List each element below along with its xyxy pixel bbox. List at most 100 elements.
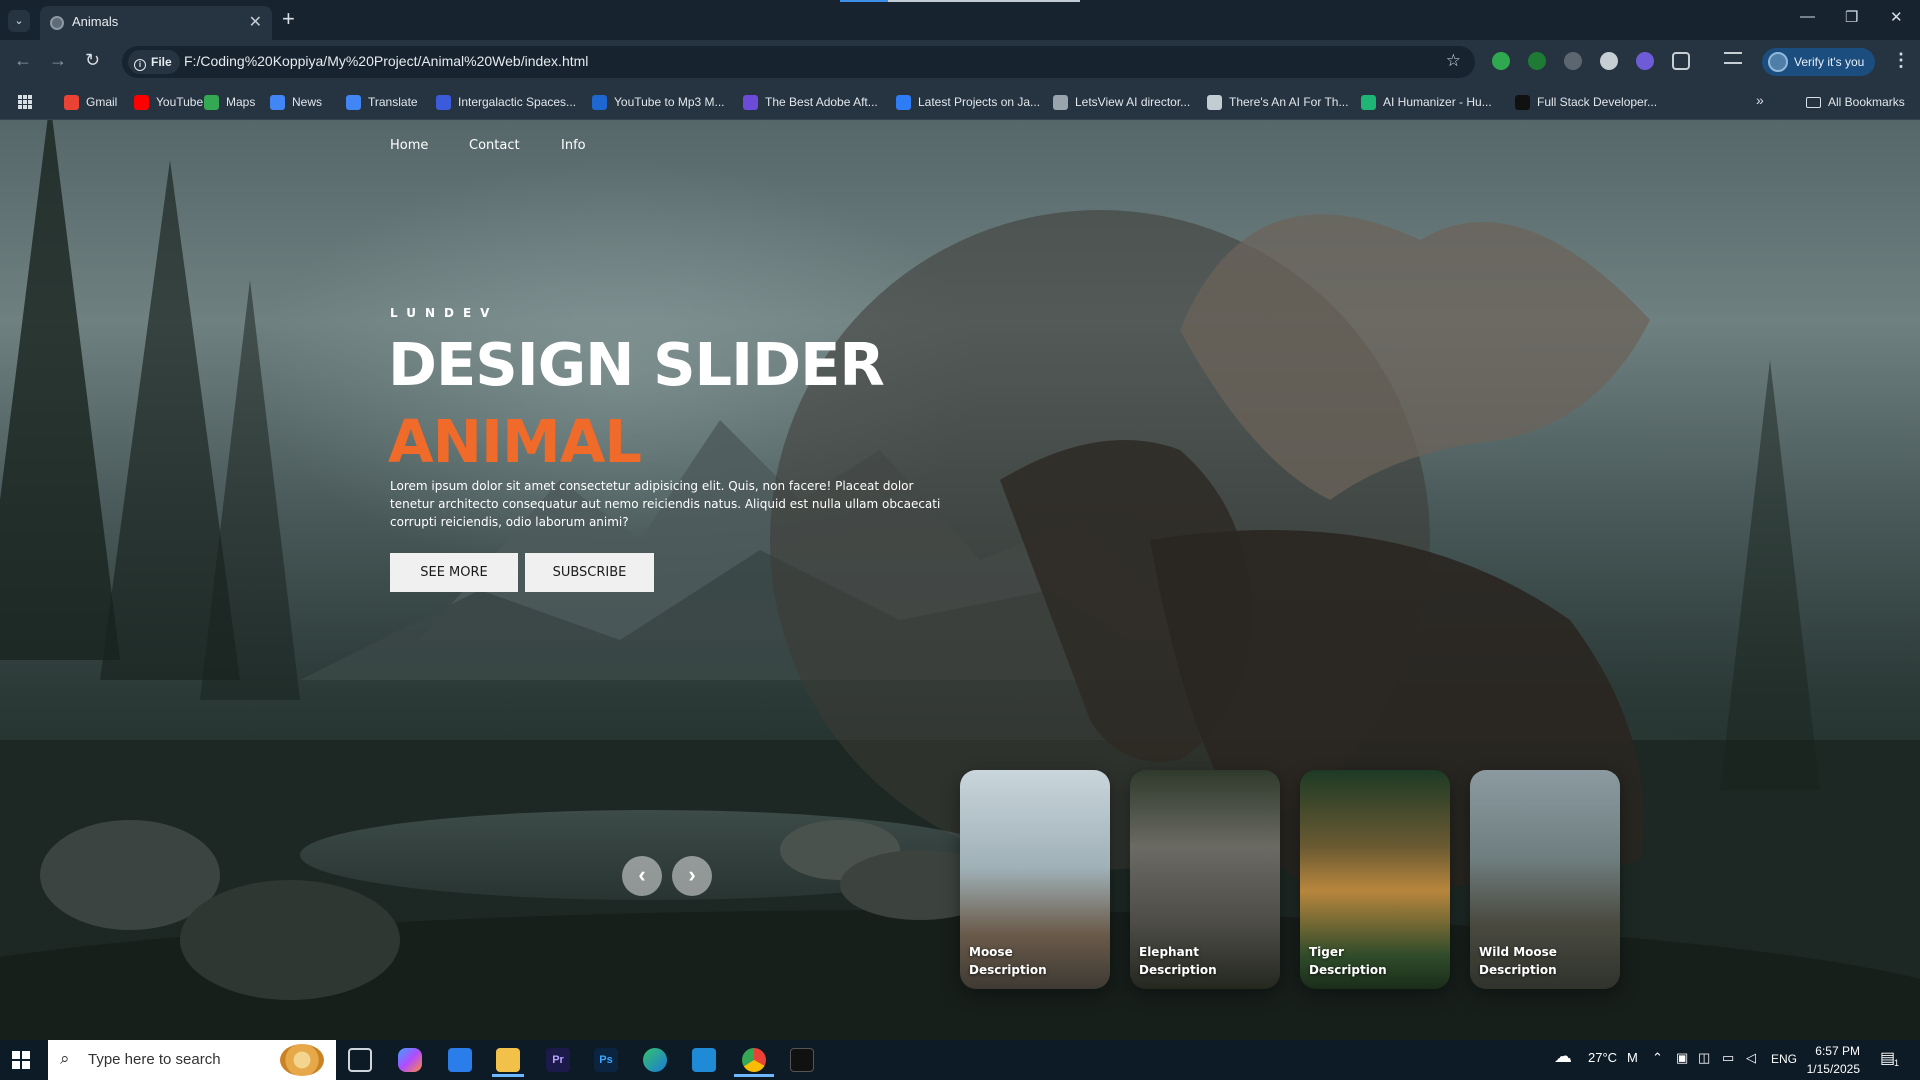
bookmark-label: News xyxy=(292,95,323,109)
thumbnail-tiger[interactable]: Tiger Description xyxy=(1300,770,1450,989)
bookmark-favicon-icon xyxy=(896,95,911,110)
tray-overflow-icon[interactable]: ⌃ xyxy=(1652,1050,1663,1066)
next-arrow-button[interactable]: › xyxy=(672,856,712,896)
bookmark-favicon-icon xyxy=(1207,95,1222,110)
extension-green-icon[interactable] xyxy=(1492,52,1510,70)
site-info-chip[interactable]: i File xyxy=(128,50,180,74)
extensions-puzzle-icon[interactable] xyxy=(1672,52,1690,70)
loading-bar-progress xyxy=(840,0,888,2)
reload-button[interactable]: ↻ xyxy=(85,50,100,71)
bookmark-label: YouTube to Mp3 M... xyxy=(614,95,725,109)
pine-tree xyxy=(200,280,300,700)
rock xyxy=(180,880,400,1000)
bookmark-star-icon[interactable]: ☆ xyxy=(1446,51,1461,71)
edge-icon[interactable] xyxy=(643,1048,667,1072)
thumbnail-label: Moose Description xyxy=(969,943,1047,979)
bookmark-favicon-icon xyxy=(134,95,149,110)
terminal-icon[interactable] xyxy=(790,1048,814,1072)
windows-start-icon[interactable] xyxy=(12,1051,30,1069)
new-tab-button[interactable]: + xyxy=(282,6,295,32)
pine-tree xyxy=(1720,360,1820,790)
browser-tab[interactable]: Animals ✕ xyxy=(40,6,272,40)
close-window-button[interactable]: ✕ xyxy=(1890,8,1903,26)
network-icon[interactable]: ▭ xyxy=(1722,1050,1734,1066)
bookmark-item[interactable]: YouTube to Mp3 M... xyxy=(592,92,725,112)
media-control-icon[interactable] xyxy=(1724,52,1742,64)
vscode-icon[interactable] xyxy=(692,1048,716,1072)
weather-cloud-icon[interactable]: ☁ xyxy=(1554,1046,1572,1067)
bookmark-label: Gmail xyxy=(86,95,118,109)
thumbnail-wild-moose[interactable]: Wild Moose Description xyxy=(1470,770,1620,989)
volume-icon[interactable]: ◁ xyxy=(1746,1050,1756,1066)
bookmark-item[interactable]: There's An AI For Th... xyxy=(1207,92,1348,112)
thumbnail-label: Elephant Description xyxy=(1139,943,1217,979)
thumbnail-subtitle: Description xyxy=(1139,963,1217,977)
bookmark-item[interactable]: Maps xyxy=(204,92,255,112)
bookmark-favicon-icon xyxy=(436,95,451,110)
weather-suffix: M xyxy=(1627,1050,1638,1065)
chrome-icon[interactable] xyxy=(742,1048,766,1072)
bookmark-item[interactable]: Full Stack Developer... xyxy=(1515,92,1657,112)
all-bookmarks-label: All Bookmarks xyxy=(1828,95,1905,109)
all-bookmarks-button[interactable]: All Bookmarks xyxy=(1806,92,1905,112)
minimize-button[interactable]: — xyxy=(1800,8,1815,25)
bookmark-item[interactable]: LetsView AI director... xyxy=(1053,92,1190,112)
folder-icon xyxy=(1806,97,1821,108)
extension-gray-icon[interactable] xyxy=(1600,52,1618,70)
forward-button[interactable]: → xyxy=(49,50,67,71)
premiere-pro-icon[interactable]: Pr xyxy=(546,1048,570,1072)
extension-shield-icon[interactable] xyxy=(1528,52,1546,70)
bookmark-item[interactable]: The Best Adobe Aft... xyxy=(743,92,878,112)
bookmark-item[interactable]: Latest Projects on Ja... xyxy=(896,92,1040,112)
photoshop-icon[interactable]: Ps xyxy=(594,1048,618,1072)
meet-now-icon[interactable]: ▣ xyxy=(1676,1050,1688,1066)
thumbnail-moose[interactable]: Moose Description xyxy=(960,770,1110,989)
system-clock[interactable]: 6:57 PM 1/15/2025 xyxy=(1790,1042,1860,1078)
browser-menu-icon[interactable]: ⋮ xyxy=(1892,50,1910,71)
taskbar-search-box[interactable]: ⌕ Type here to search xyxy=(48,1040,336,1080)
slide-description: Lorem ipsum dolor sit amet consectetur a… xyxy=(390,479,941,529)
bookmark-favicon-icon xyxy=(270,95,285,110)
thumbnail-subtitle: Description xyxy=(1479,963,1557,977)
see-more-button[interactable]: SEE MORE xyxy=(390,553,518,592)
security-icon[interactable]: ◫ xyxy=(1698,1050,1710,1066)
bookmark-label: Intergalactic Spaces... xyxy=(458,95,577,109)
search-highlight-image xyxy=(280,1044,324,1076)
task-view-icon[interactable] xyxy=(348,1048,372,1072)
weather-temperature[interactable]: 27°C xyxy=(1588,1050,1617,1065)
extension-purple-icon[interactable] xyxy=(1636,52,1654,70)
bookmarks-overflow-chevron[interactable]: » xyxy=(1756,92,1764,108)
back-button[interactable]: ← xyxy=(14,50,32,71)
close-tab-icon[interactable]: ✕ xyxy=(249,12,262,32)
prev-arrow-button[interactable]: ‹ xyxy=(622,856,662,896)
download-icon[interactable] xyxy=(1564,52,1582,70)
bookmark-item[interactable]: YouTube xyxy=(134,92,203,112)
active-app-indicator xyxy=(734,1074,774,1077)
address-bar[interactable]: i File F:/Coding%20Koppiya/My%20Project/A… xyxy=(122,46,1475,78)
tab-search-button[interactable]: ⌄ xyxy=(8,10,30,32)
author-label: LUNDEV xyxy=(390,306,499,320)
apps-grid-icon[interactable] xyxy=(18,95,32,109)
bookmark-item[interactable]: Intergalactic Spaces... xyxy=(436,92,576,112)
bookmark-item[interactable]: Gmail xyxy=(64,92,117,112)
profile-verify-button[interactable]: Verify it's you xyxy=(1762,48,1875,76)
thumbnail-elephant[interactable]: Elephant Description xyxy=(1130,770,1280,989)
url-text[interactable]: F:/Coding%20Koppiya/My%20Project/Animal%… xyxy=(184,53,588,69)
copilot-icon[interactable] xyxy=(398,1048,422,1072)
clock-date: 1/15/2025 xyxy=(1806,1062,1860,1076)
nav-home[interactable]: Home xyxy=(390,138,428,153)
bookmark-item[interactable]: AI Humanizer - Hu... xyxy=(1361,92,1492,112)
bookmark-item[interactable]: Translate xyxy=(346,92,418,112)
nav-contact[interactable]: Contact xyxy=(469,138,520,153)
restore-button[interactable]: ❐ xyxy=(1845,8,1858,26)
search-placeholder: Type here to search xyxy=(88,1051,221,1068)
notification-icon[interactable]: ▤ xyxy=(1880,1048,1895,1068)
nav-info[interactable]: Info xyxy=(561,138,586,153)
microsoft-store-icon[interactable] xyxy=(448,1048,472,1072)
bookmark-item[interactable]: News xyxy=(270,92,322,112)
avatar xyxy=(1768,52,1788,72)
subscribe-button[interactable]: SUBSCRIBE xyxy=(525,553,654,592)
file-explorer-icon[interactable] xyxy=(496,1048,520,1072)
thumbnail-subtitle: Description xyxy=(1309,963,1387,977)
tab-title: Animals xyxy=(72,14,119,29)
